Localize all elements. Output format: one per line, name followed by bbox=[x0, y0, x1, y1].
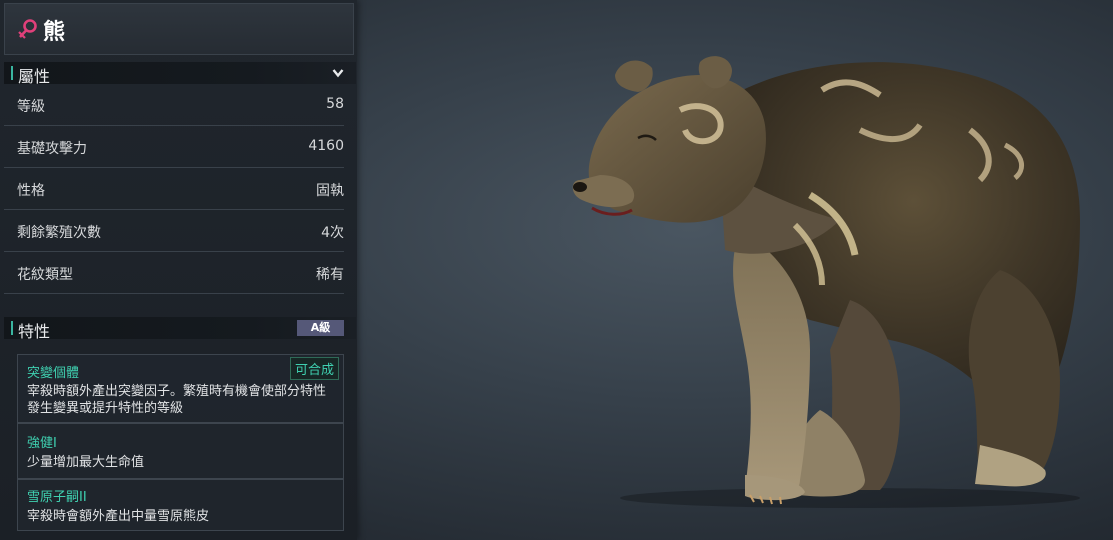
combinable-tag: 可合成 bbox=[289, 357, 339, 380]
stat-label: 基礎攻擊力 bbox=[17, 141, 87, 157]
title-bar: 熊 bbox=[4, 3, 354, 55]
trait-name: 強健I bbox=[27, 436, 57, 451]
stat-row-level: 等級 58 bbox=[4, 84, 344, 126]
trait-item-mutant[interactable]: 突變個體 可合成 宰殺時額外產出突變因子。繁殖時有機會使部分特性 發生變異或提升… bbox=[17, 354, 344, 423]
stat-value: 稀有 bbox=[316, 267, 344, 283]
creature-name: 熊 bbox=[43, 20, 66, 45]
traits-header-label: 特性 bbox=[18, 322, 51, 341]
trait-description: 宰殺時會額外產出中量雪原熊皮 bbox=[27, 509, 210, 524]
trait-description: 少量增加最大生命值 bbox=[27, 455, 145, 470]
female-gender-icon bbox=[18, 19, 37, 39]
trait-name: 雪原子嗣II bbox=[27, 490, 87, 505]
trait-item-snowfield-heir[interactable]: 雪原子嗣II 宰殺時會額外產出中量雪原熊皮 bbox=[17, 479, 344, 531]
bear-model-preview[interactable] bbox=[560, 50, 1100, 510]
pet-info-panel: 熊 屬性 等級 58 基礎攻擊力 4160 性格 固執 剩餘繁殖次數 4次 花紋… bbox=[0, 0, 357, 540]
traits-header: 特性 A級 bbox=[4, 317, 356, 341]
stat-value: 固執 bbox=[316, 183, 344, 199]
trait-item-robust[interactable]: 強健I 少量增加最大生命值 bbox=[17, 423, 344, 479]
chevron-down-icon[interactable] bbox=[332, 68, 344, 78]
trait-description: 宰殺時額外產出突變因子。繁殖時有機會使部分特性 bbox=[27, 384, 327, 399]
stat-row-base-attack: 基礎攻擊力 4160 bbox=[4, 126, 344, 168]
stat-row-pattern-type: 花紋類型 稀有 bbox=[4, 252, 344, 294]
stat-row-personality: 性格 固執 bbox=[4, 168, 344, 210]
stat-value: 4次 bbox=[321, 225, 344, 241]
stat-label: 等級 bbox=[17, 99, 45, 115]
stat-row-breeding-count: 剩餘繁殖次數 4次 bbox=[4, 210, 344, 252]
trait-name: 突變個體 bbox=[27, 366, 80, 381]
attributes-header[interactable]: 屬性 bbox=[4, 62, 356, 86]
stat-label: 性格 bbox=[17, 183, 45, 199]
stat-label: 剩餘繁殖次數 bbox=[17, 225, 101, 241]
section-accent-bar bbox=[11, 66, 13, 80]
section-accent-bar bbox=[11, 321, 13, 335]
stat-label: 花紋類型 bbox=[17, 267, 73, 283]
trait-description: 發生變異或提升特性的等級 bbox=[27, 401, 184, 416]
trait-grade-badge: A級 bbox=[297, 320, 344, 336]
stat-value: 4160 bbox=[308, 138, 344, 154]
stat-value: 58 bbox=[326, 96, 344, 112]
